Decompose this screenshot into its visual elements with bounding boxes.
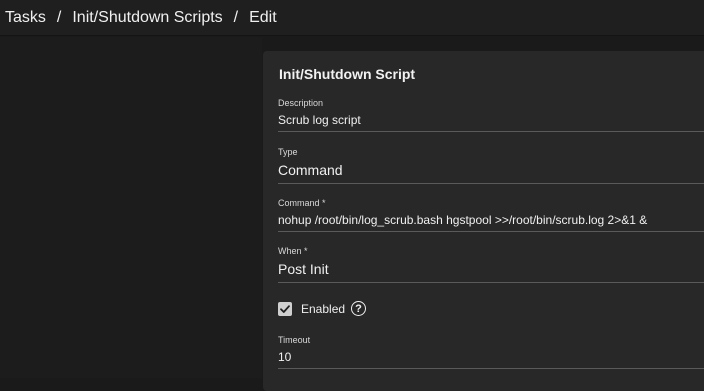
timeout-field[interactable]: Timeout 10 <box>278 335 704 369</box>
breadcrumb-tasks[interactable]: Tasks <box>5 9 46 27</box>
command-underline <box>278 231 704 232</box>
breadcrumb-edit: Edit <box>249 8 277 26</box>
enabled-checkbox[interactable] <box>278 301 292 316</box>
command-label: Command * <box>278 198 326 208</box>
form-title: Init/Shutdown Script <box>279 66 416 82</box>
enabled-label[interactable]: Enabled <box>301 302 345 316</box>
breadcrumb-separator: / <box>56 8 62 26</box>
description-underline <box>278 131 704 132</box>
breadcrumb-separator: / <box>233 8 239 26</box>
description-field[interactable]: Description Scrub log script <box>278 98 704 132</box>
when-field[interactable]: When * Post Init <box>278 246 704 283</box>
command-input[interactable]: nohup /root/bin/log_scrub.bash hgstpool … <box>278 213 647 227</box>
when-label: When * <box>278 246 308 256</box>
type-select[interactable]: Command <box>278 162 343 178</box>
type-field[interactable]: Type Command <box>278 147 704 184</box>
type-label: Type <box>278 147 298 157</box>
timeout-underline <box>278 368 704 369</box>
description-input[interactable]: Scrub log script <box>278 113 361 127</box>
description-label: Description <box>278 98 324 108</box>
when-select[interactable]: Post Init <box>278 261 329 277</box>
edit-form-card: Init/Shutdown Script Description Scrub l… <box>263 51 704 391</box>
help-circle-icon[interactable]: ? <box>351 301 367 316</box>
timeout-label: Timeout <box>278 335 311 345</box>
command-field[interactable]: Command * nohup /root/bin/log_scrub.bash… <box>278 198 704 232</box>
when-underline <box>278 282 704 283</box>
breadcrumb: Tasks / Init/Shutdown Scripts / Edit <box>0 0 704 36</box>
check-icon <box>280 304 290 313</box>
type-underline <box>278 183 704 184</box>
enabled-row: Enabled ? <box>278 301 367 316</box>
breadcrumb-init-shutdown-scripts[interactable]: Init/Shutdown Scripts <box>72 9 222 27</box>
timeout-input[interactable]: 10 <box>278 350 291 364</box>
side-panel <box>0 37 262 378</box>
